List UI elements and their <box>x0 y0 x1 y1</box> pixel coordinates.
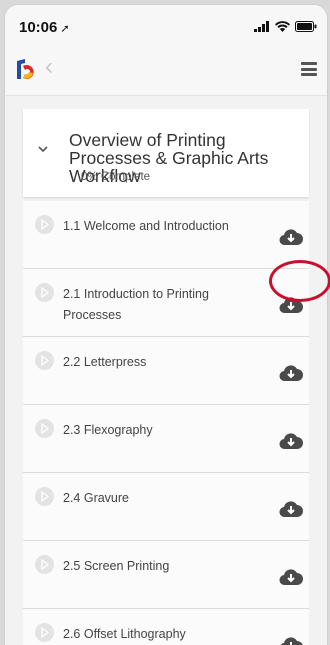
cloud-download-icon[interactable] <box>279 633 303 645</box>
play-icon[interactable] <box>35 283 54 302</box>
phone-screen: 10:06 ➚ ‹ Overview of Printing Processes… <box>4 4 328 645</box>
status-bar: 10:06 ➚ <box>5 5 327 45</box>
signal-icon <box>254 21 269 32</box>
lesson-label: 2.5 Screen Printing <box>63 559 170 573</box>
wifi-icon <box>275 21 290 32</box>
lesson-row[interactable]: 2.3 Flexography <box>23 405 309 473</box>
lesson-label: 2.4 Gravure <box>63 491 130 505</box>
lesson-row[interactable]: 2.1 Introduction to Printing Processes <box>23 269 309 337</box>
lesson-label: 2.3 Flexography <box>63 423 153 437</box>
play-icon[interactable] <box>35 487 54 506</box>
course-header[interactable]: Overview of Printing Processes & Graphic… <box>23 109 309 197</box>
play-icon[interactable] <box>35 215 54 234</box>
lesson-row[interactable]: 2.4 Gravure <box>23 473 309 541</box>
play-icon[interactable] <box>35 555 54 574</box>
play-icon[interactable] <box>35 623 54 642</box>
lesson-label: 1.1 Welcome and Introduction <box>63 219 229 233</box>
course-progress: 0% Complete <box>81 171 151 183</box>
lesson-list: 1.1 Welcome and Introduction 2.1 Introdu… <box>23 201 309 645</box>
chevron-down-icon[interactable] <box>37 143 49 155</box>
lesson-label: 2.2 Letterpress <box>63 355 147 369</box>
cloud-download-icon[interactable] <box>279 429 303 451</box>
system-icons <box>254 21 317 32</box>
lesson-row[interactable]: 1.1 Welcome and Introduction <box>23 201 309 269</box>
status-time: 10:06 ➚ <box>19 19 70 36</box>
hamburger-menu-icon[interactable] <box>301 62 317 76</box>
nav-bar: ‹ <box>5 45 327 96</box>
lesson-row[interactable]: 2.6 Offset Lithography <box>23 609 309 645</box>
location-icon: ➚ <box>60 23 70 35</box>
cloud-download-icon[interactable] <box>279 225 303 247</box>
time-text: 10:06 <box>19 19 58 36</box>
back-chevron-icon[interactable]: ‹ <box>45 55 53 79</box>
cloud-download-icon[interactable] <box>279 565 303 587</box>
lesson-row[interactable]: 2.5 Screen Printing <box>23 541 309 609</box>
app-logo-icon[interactable] <box>15 57 37 81</box>
highlight-circle <box>269 260 330 302</box>
cloud-download-icon[interactable] <box>279 361 303 383</box>
battery-icon <box>295 21 317 32</box>
play-icon[interactable] <box>35 351 54 370</box>
lesson-label: 2.6 Offset Lithography <box>63 627 186 641</box>
play-icon[interactable] <box>35 419 54 438</box>
lesson-row[interactable]: 2.2 Letterpress <box>23 337 309 405</box>
lesson-label: 2.1 Introduction to Printing Processes <box>63 287 209 322</box>
cloud-download-icon[interactable] <box>279 497 303 519</box>
